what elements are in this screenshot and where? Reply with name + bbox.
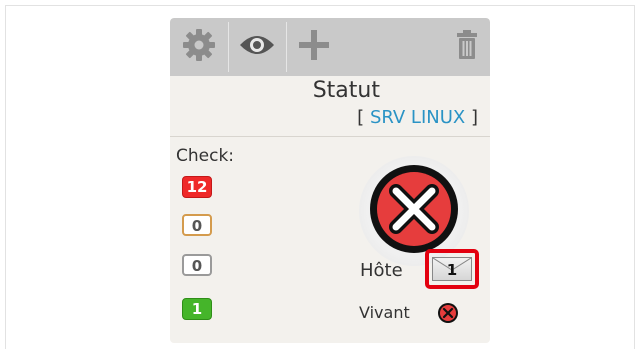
host-notification-count: 1 (446, 261, 458, 279)
settings-button[interactable] (170, 18, 228, 76)
widget-title: Statut (312, 78, 380, 103)
envelope-icon: 1 (432, 257, 472, 281)
ok-count-badge[interactable]: 1 (182, 298, 212, 320)
check-label: Check: (176, 146, 235, 166)
delete-button[interactable] (444, 18, 490, 76)
status-widget: Statut [ SRV LINUX ] Check: 12 0 0 1 Hôt… (170, 18, 490, 343)
critical-count-badge[interactable]: 12 (182, 176, 212, 198)
bracket-open: [ (357, 107, 365, 128)
bracket-close: ] (470, 107, 478, 128)
gear-icon (182, 28, 216, 66)
host-label: Hôte (360, 260, 403, 281)
alive-label: Vivant (359, 303, 410, 322)
warning-count-badge[interactable]: 0 (182, 214, 212, 236)
x-circle-icon (367, 162, 461, 260)
section-divider (170, 136, 490, 137)
add-button[interactable] (286, 18, 342, 76)
unknown-count-badge[interactable]: 0 (182, 254, 212, 276)
trash-icon (456, 30, 478, 64)
view-button[interactable] (228, 18, 286, 76)
eye-icon (238, 33, 276, 61)
widget-toolbar (170, 18, 490, 76)
host-name-link[interactable]: [ SRV LINUX ] (357, 106, 478, 130)
host-notification-button[interactable]: 1 (425, 249, 479, 289)
x-circle-small-icon (437, 302, 459, 324)
host-name[interactable]: SRV LINUX (370, 107, 465, 128)
plus-icon (297, 28, 331, 66)
